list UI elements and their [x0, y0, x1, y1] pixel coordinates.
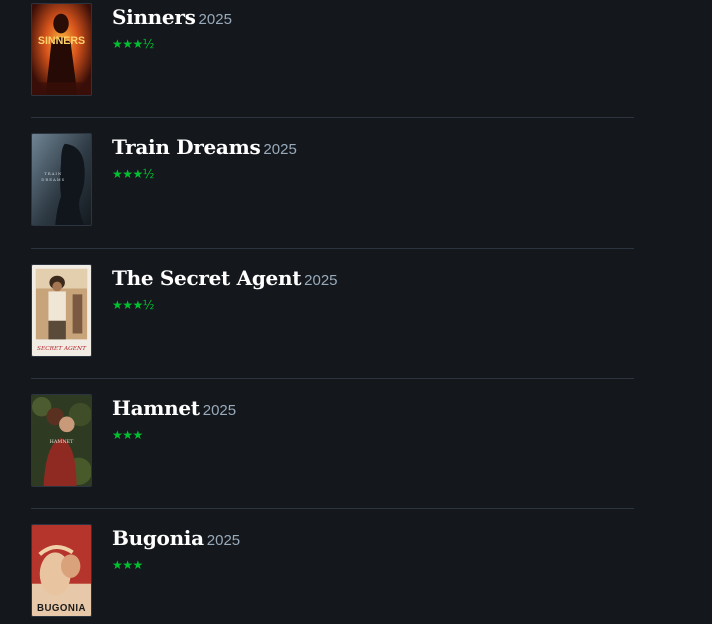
divider [31, 248, 634, 249]
film-row: BUGONIA Bugonia 2025 ★★★ [31, 524, 634, 624]
film-title-link[interactable]: Hamnet [112, 396, 200, 420]
film-row: SINNERS Sinners 2025 ★★★½ [31, 3, 634, 133]
svg-text:TRAIN: TRAIN [44, 171, 62, 176]
film-year-link[interactable]: 2025 [207, 532, 240, 549]
film-row: TRAIN DREAMS Train Dreams 2025 ★★★½ [31, 133, 634, 263]
film-title-link[interactable]: Sinners [112, 5, 196, 29]
film-row: HAMNET Hamnet 2025 ★★★ [31, 394, 634, 524]
star-rating: ★★★½ [112, 298, 154, 312]
film-year-link[interactable]: 2025 [203, 402, 236, 419]
film-year-link[interactable]: 2025 [263, 141, 296, 158]
film-title-line: Train Dreams 2025 [112, 133, 297, 164]
svg-text:HAMNET: HAMNET [50, 439, 74, 445]
film-title-link[interactable]: The Secret Agent [112, 266, 301, 290]
film-title-link[interactable]: Train Dreams [112, 135, 261, 159]
star-rating: ★★★½ [112, 37, 154, 51]
film-title-line: Sinners 2025 [112, 3, 232, 34]
svg-text:BUGONIA: BUGONIA [37, 603, 86, 614]
star-rating: ★★★ [112, 428, 143, 442]
film-title-link[interactable]: Bugonia [112, 526, 204, 550]
film-year-link[interactable]: 2025 [199, 11, 232, 28]
film-title-line: Bugonia 2025 [112, 524, 240, 555]
film-row: SECRET AGENT The Secret Agent 2025 ★★★½ [31, 264, 634, 394]
divider [31, 508, 634, 509]
svg-text:DREAMS: DREAMS [41, 177, 65, 182]
film-list: SINNERS Sinners 2025 ★★★½ TRAIN DREAMS T… [0, 0, 712, 624]
train-dreams-poster[interactable]: TRAIN DREAMS [31, 133, 92, 226]
divider [31, 378, 634, 379]
film-title-line: The Secret Agent 2025 [112, 264, 338, 295]
star-rating: ★★★ [112, 558, 143, 572]
bugonia-poster[interactable]: BUGONIA [31, 524, 92, 617]
star-rating: ★★★½ [112, 167, 154, 181]
film-title-line: Hamnet 2025 [112, 394, 236, 425]
poster-title-text: SINNERS [38, 35, 85, 47]
film-year-link[interactable]: 2025 [304, 272, 337, 289]
svg-text:SECRET AGENT: SECRET AGENT [37, 346, 87, 352]
secret-agent-poster[interactable]: SECRET AGENT [31, 264, 92, 357]
hamnet-poster[interactable]: HAMNET [31, 394, 92, 487]
divider [31, 117, 634, 118]
sinners-poster[interactable]: SINNERS [31, 3, 92, 96]
